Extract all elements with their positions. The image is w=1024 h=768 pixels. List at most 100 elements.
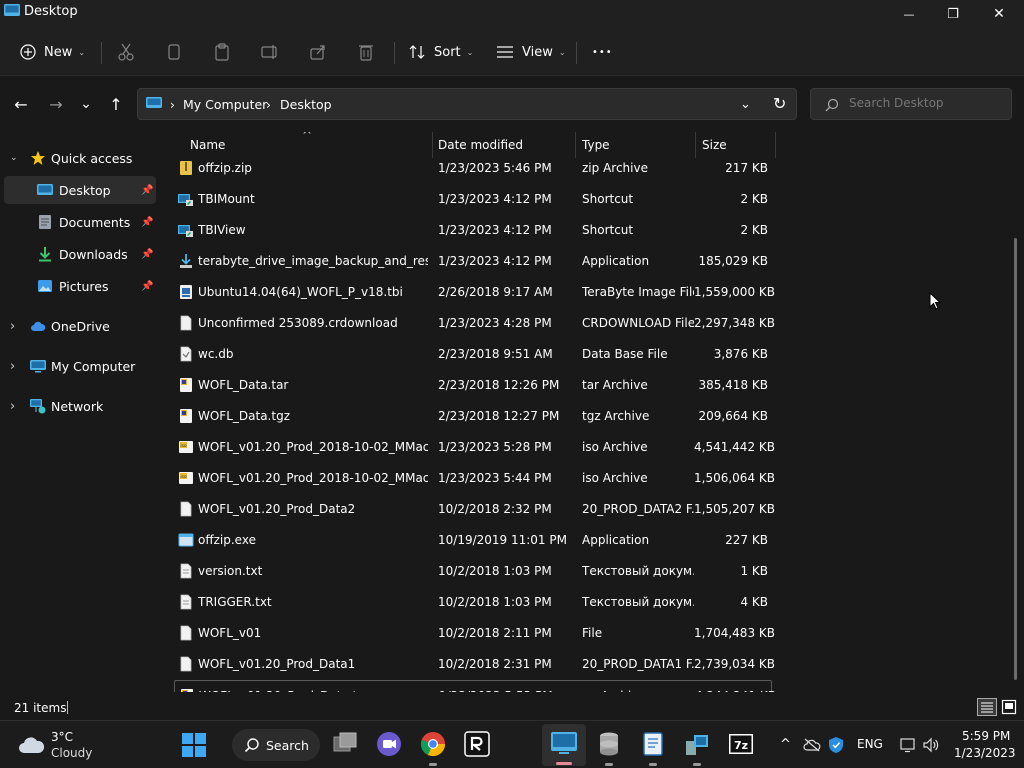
view-list-icon (497, 46, 513, 58)
file-row[interactable]: WOFL_Data.tgz 2/23/2018 12:27 PM tgz Archi… (174, 401, 772, 432)
file-row[interactable]: WOFL_Data.tar 2/23/2018 12:26 PM tar Archi… (174, 370, 772, 401)
sort-button[interactable]: Sort ⌄ (408, 38, 473, 66)
weather-condition: Cloudy (51, 746, 93, 760)
file-row[interactable]: offzip.exe 10/19/2019 11:01 PM Application… (174, 525, 772, 556)
view-button[interactable]: View ⌄ (496, 38, 566, 66)
sidebar-item-network[interactable]: › Network (0, 392, 156, 420)
file-row[interactable]: TBIMount 1/23/2023 4:12 PM Shortcut 2 KB (174, 184, 772, 215)
maximize-button[interactable]: ❐ (930, 0, 976, 28)
vertical-scrollbar[interactable] (1014, 238, 1017, 680)
file-row[interactable]: terabyte_drive_image_backup_and_restor..… (174, 246, 772, 277)
up-button[interactable]: ↑ (104, 92, 128, 116)
sidebar-item-onedrive[interactable]: › OneDrive (0, 312, 156, 340)
file-row[interactable]: WOFL_v01.20_Prod_Data2 10/2/2018 2:32 PM 2… (174, 494, 775, 525)
input-language-indicator[interactable]: ENG (857, 737, 883, 751)
rename-icon[interactable] (260, 42, 280, 62)
desktop-icon (37, 184, 53, 195)
recent-locations-button[interactable]: ⌄ (74, 92, 98, 116)
rider-app-icon[interactable] (464, 731, 490, 757)
large-icons-view-button[interactable] (1001, 699, 1017, 715)
onedrive-sync-off-icon[interactable] (803, 737, 821, 753)
security-shield-icon[interactable] (828, 736, 844, 754)
search-box[interactable] (810, 88, 1012, 120)
clock[interactable]: 5:59 PM 1/23/2023 (948, 721, 1018, 768)
file-date-modified: 2/23/2018 12:27 PM (438, 409, 560, 423)
file-row[interactable]: WOFL_v01.20_Prod_Data1 10/2/2018 2:31 PM 2… (174, 649, 775, 680)
address-history-dropdown[interactable]: ⌄ (740, 97, 751, 112)
text-file-icon (180, 563, 192, 579)
sidebar-item-pictures[interactable]: Pictures 📌 (0, 272, 156, 300)
file-type: Текстовый докум... (582, 595, 694, 609)
file-size: 3,876 KB (713, 347, 768, 361)
delete-icon[interactable] (356, 42, 376, 62)
plus-circle-icon (20, 44, 36, 60)
windows-start-icon[interactable] (182, 733, 206, 757)
sidebar-item-desktop[interactable]: Desktop 📌 (4, 176, 156, 204)
network-icon[interactable] (899, 737, 917, 753)
sort-label: Sort (434, 44, 461, 60)
sidebar-item-downloads[interactable]: Downloads 📌 (0, 240, 156, 268)
exe-icon (178, 533, 194, 547)
chevron-down-icon: ⌄ (558, 47, 566, 57)
navigation-pane: ⌄ Quick access Desktop 📌 Documents 📌 Dow… (0, 132, 158, 692)
search-icon (244, 738, 259, 753)
teams-chat-icon[interactable] (376, 731, 402, 757)
file-row[interactable]: offzip.zip 1/23/2023 5:46 PM zip Archive 21… (174, 153, 772, 184)
sidebar-item-documents[interactable]: Documents 📌 (0, 208, 156, 236)
sidebar-item-quick-access[interactable]: ⌄ Quick access (0, 144, 156, 172)
paste-icon[interactable] (212, 42, 232, 62)
show-hidden-icons-button[interactable]: ^ (780, 737, 791, 752)
file-row[interactable]: Unconfirmed 253089.crdownload 1/23/2023 4… (174, 308, 775, 339)
file-row[interactable]: TRIGGER.txt 10/2/2018 1:03 PM Текстовый до… (174, 587, 772, 618)
minimize-button[interactable]: — (886, 0, 932, 28)
database-icon[interactable] (596, 731, 622, 757)
cut-icon[interactable] (116, 42, 136, 62)
chevron-down-icon[interactable]: ⌄ (10, 153, 18, 163)
file-explorer-taskbar-button[interactable] (542, 724, 586, 766)
speaker-icon[interactable] (922, 737, 940, 753)
close-button[interactable]: ✕ (976, 0, 1022, 28)
new-button[interactable]: New ⌄ (20, 38, 85, 66)
back-button[interactable]: ← (9, 92, 33, 116)
chrome-icon[interactable] (420, 731, 446, 757)
file-row[interactable]: WOFL_v01 10/2/2018 2:11 PM File 1,704,483 K… (174, 618, 775, 649)
pin-icon: 📌 (141, 248, 154, 260)
sidebar-item-my-computer[interactable]: › My Computer (0, 352, 156, 380)
breadcrumb-desktop[interactable]: Desktop (280, 97, 332, 112)
more-options-button[interactable]: ••• (592, 38, 613, 66)
copy-icon[interactable] (164, 42, 184, 62)
7zip-icon[interactable]: 7z (728, 731, 754, 757)
taskbar-search-button[interactable]: Search (232, 729, 320, 761)
sidebar-item-label: Downloads (59, 246, 128, 262)
window-title: Desktop (24, 4, 78, 19)
forward-button[interactable]: → (44, 92, 68, 116)
file-row[interactable]: TBIView 1/23/2023 4:12 PM Shortcut 2 KB (174, 215, 772, 246)
details-view-button[interactable] (977, 698, 997, 716)
breadcrumb-my-computer[interactable]: My Computer (183, 97, 267, 112)
file-row[interactable]: iso WOFL_v01.20_Prod_2018-10-02_MMacy_...… (174, 463, 775, 494)
chevron-right-icon[interactable]: › (10, 319, 15, 334)
file-row[interactable]: version.txt 10/2/2018 1:03 PM Текстовый до… (174, 556, 772, 587)
file-icon (180, 656, 192, 672)
file-size: 1,704,483 KB (694, 626, 775, 640)
share-icon[interactable] (308, 42, 328, 62)
file-row[interactable]: Ubuntu14.04(64)_WOFL_P_v18.tbi 2/26/2018 … (174, 277, 775, 308)
file-row[interactable]: wc.db 2/23/2018 9:51 AM Data Base File 3,87… (174, 339, 772, 370)
chevron-right-icon[interactable]: › (10, 399, 15, 414)
address-bar[interactable]: › My Computer › Desktop ⌄ ↻ (137, 88, 797, 120)
file-date-modified: 1/23/2023 5:44 PM (438, 471, 552, 485)
refresh-icon[interactable]: ↻ (773, 94, 786, 113)
file-row[interactable]: WOFL_v01.20_Prod_Data.tar.gz1/23/2023 5:… (174, 680, 776, 692)
chevron-right-icon[interactable]: › (10, 359, 15, 374)
file-size: 209,664 KB (698, 409, 768, 423)
weather-temperature: 3°C (51, 730, 74, 744)
active-indicator (556, 762, 572, 765)
chevron-down-icon: ⌄ (466, 47, 474, 57)
column-divider[interactable] (775, 132, 776, 158)
weather-widget[interactable]: 3°C Cloudy (0, 721, 120, 768)
image-utility-icon[interactable] (684, 731, 710, 757)
task-view-icon[interactable] (332, 731, 358, 757)
file-row[interactable]: iso WOFL_v01.20_Prod_2018-10-02_MMacy_...… (174, 432, 775, 463)
search-input[interactable] (849, 96, 999, 110)
notepad-icon[interactable] (640, 731, 666, 757)
